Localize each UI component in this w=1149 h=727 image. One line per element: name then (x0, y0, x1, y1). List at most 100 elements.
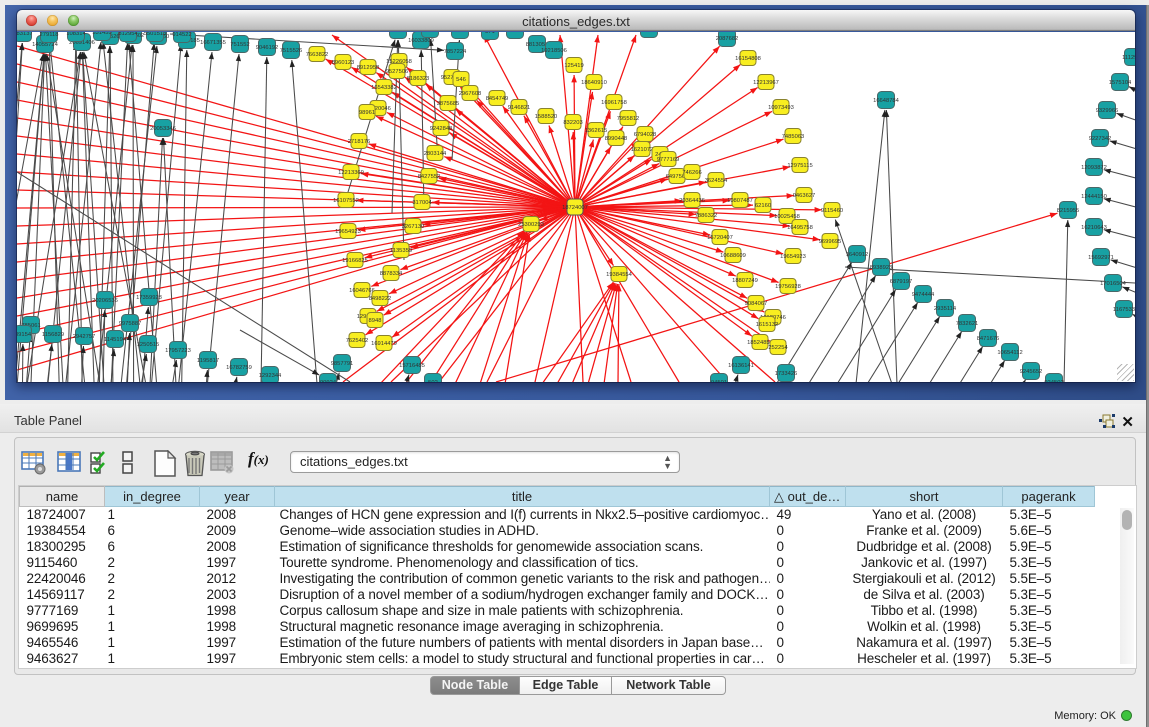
svg-text:832203: 832203 (563, 120, 582, 126)
svg-text:751552: 751552 (230, 42, 249, 48)
svg-text:18807249: 18807249 (732, 278, 758, 284)
svg-text:1575104: 1575104 (1109, 80, 1132, 86)
svg-text:7485063: 7485063 (782, 134, 805, 140)
svg-text:9121: 9121 (454, 32, 467, 34)
svg-text:502: 502 (428, 380, 438, 382)
svg-text:125419: 125419 (564, 63, 583, 69)
svg-text:20364436: 20364436 (679, 198, 705, 204)
svg-text:1943141: 1943141 (387, 32, 410, 34)
svg-text:19756928: 19756928 (775, 284, 801, 290)
svg-text:19218506: 19218506 (541, 48, 567, 54)
svg-text:914522: 914522 (172, 32, 191, 38)
svg-text:2935114: 2935114 (934, 306, 957, 312)
svg-text:16210643: 16210643 (1081, 225, 1107, 231)
svg-text:8186323: 8186323 (407, 76, 430, 82)
svg-text:2718176: 2718176 (348, 139, 371, 145)
svg-text:19654923: 19654923 (780, 254, 806, 260)
svg-text:8427552: 8427552 (418, 174, 441, 180)
svg-text:7857224: 7857224 (444, 49, 467, 55)
svg-text:20206536: 20206536 (92, 298, 118, 304)
svg-text:39154: 39154 (17, 332, 32, 338)
svg-text:10025458: 10025458 (774, 214, 800, 220)
svg-text:1250515: 1250515 (137, 342, 160, 348)
svg-text:7515526: 7515526 (280, 48, 303, 54)
svg-text:1145194: 1145194 (104, 337, 127, 343)
svg-text:94501: 94501 (711, 380, 727, 382)
svg-text:12213967: 12213967 (753, 80, 779, 86)
svg-text:10807487: 10807487 (727, 198, 753, 204)
svg-text:1640912: 1640912 (846, 252, 869, 258)
svg-text:20053346: 20053346 (150, 126, 176, 132)
svg-text:1733426: 1733426 (775, 371, 798, 377)
svg-text:16046766: 16046766 (349, 288, 375, 294)
svg-text:7886322: 7886322 (695, 213, 718, 219)
svg-text:17957223: 17957223 (165, 348, 191, 354)
svg-text:1195817: 1195817 (197, 358, 219, 364)
svg-text:9329966: 9329966 (1096, 108, 1119, 114)
svg-text:6794028: 6794028 (634, 132, 657, 138)
svg-text:15716485: 15716485 (399, 363, 425, 369)
svg-text:8948: 8948 (369, 318, 382, 324)
svg-text:8471676: 8471676 (977, 336, 1000, 342)
svg-text:17359928: 17359928 (136, 295, 162, 301)
svg-text:25300293: 25300293 (518, 222, 544, 228)
svg-text:16107552: 16107552 (333, 198, 359, 204)
svg-text:183137: 183137 (17, 32, 33, 37)
svg-text:16033809: 16033809 (408, 38, 434, 44)
svg-text:9463627: 9463627 (793, 193, 816, 199)
svg-text:16136141: 16136141 (728, 363, 754, 369)
svg-text:1135359: 1135359 (390, 248, 412, 254)
svg-text:8960123: 8960123 (332, 60, 355, 66)
svg-text:8878334: 8878334 (380, 271, 403, 277)
svg-text:1362615: 1362615 (585, 128, 608, 134)
svg-text:9474444: 9474444 (912, 292, 935, 298)
svg-text:2087682: 2087682 (716, 36, 739, 42)
svg-text:19384554: 19384554 (606, 272, 633, 278)
svg-text:546: 546 (456, 77, 466, 83)
svg-text:9245652: 9245652 (1020, 369, 1043, 375)
svg-text:1156829: 1156829 (42, 332, 64, 338)
svg-text:12093872: 12093872 (1081, 165, 1107, 171)
svg-text:1621072: 1621072 (631, 147, 654, 153)
svg-text:12213369: 12213369 (338, 170, 364, 176)
svg-text:924502: 924502 (1044, 380, 1063, 382)
svg-text:331455: 331455 (92, 32, 111, 36)
svg-text:9777169: 9777169 (657, 157, 680, 163)
svg-text:9527506: 9527506 (386, 69, 409, 75)
svg-text:9699695: 9699695 (819, 239, 842, 245)
svg-text:3875685: 3875685 (437, 101, 460, 107)
svg-text:1292344: 1292344 (259, 373, 282, 379)
svg-text:90924: 90924 (320, 380, 337, 382)
svg-text:17016504: 17016504 (1100, 281, 1127, 287)
svg-text:2803144: 2803144 (424, 151, 447, 157)
svg-text:62160: 62160 (755, 203, 771, 209)
svg-text:2942757: 2942757 (73, 334, 96, 340)
svg-text:77: 77 (512, 32, 518, 34)
svg-text:16671355: 16671355 (200, 40, 226, 46)
svg-text:16782759: 16782759 (226, 365, 252, 371)
svg-text:8139: 8139 (643, 32, 656, 33)
svg-text:5501513: 5501513 (144, 32, 167, 37)
svg-text:317004: 317004 (412, 200, 432, 206)
svg-text:1615132: 1615132 (756, 322, 779, 328)
svg-text:8454749: 8454749 (486, 96, 509, 102)
svg-text:12444150: 12444150 (1081, 194, 1107, 200)
svg-text:18724007: 18724007 (562, 205, 588, 211)
svg-text:16914479: 16914479 (371, 341, 397, 347)
svg-text:9115460: 9115460 (821, 208, 843, 214)
svg-text:3267130: 3267130 (402, 224, 425, 230)
svg-text:8912958: 8912958 (357, 65, 380, 71)
svg-text:9975887: 9975887 (119, 321, 142, 327)
svg-text:9242848: 9242848 (430, 126, 453, 132)
svg-text:19166825: 19166825 (342, 258, 368, 264)
svg-text:9146821: 9146821 (508, 105, 531, 111)
svg-text:16495758: 16495758 (787, 225, 813, 231)
svg-text:7832621: 7832621 (956, 321, 979, 327)
svg-text:10654112: 10654112 (997, 350, 1022, 356)
svg-text:10973493: 10973493 (768, 105, 794, 111)
svg-text:16961758: 16961758 (601, 100, 627, 106)
svg-text:98961: 98961 (359, 110, 375, 116)
svg-text:1167533: 1167533 (1113, 307, 1135, 313)
svg-text:10688609: 10688609 (720, 253, 746, 259)
svg-text:7625402: 7625402 (346, 338, 369, 344)
